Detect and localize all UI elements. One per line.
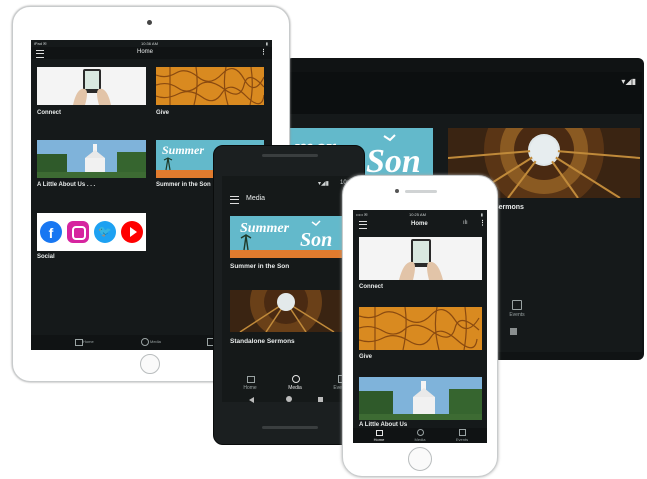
about-tile[interactable] — [359, 377, 482, 420]
home-icon[interactable] — [376, 430, 383, 436]
nav-home[interactable]: Home — [83, 339, 94, 344]
ipad-home-button[interactable] — [140, 354, 160, 374]
summer-tile[interactable]: Summer Son — [230, 216, 358, 258]
status-time: 10:25 AM — [409, 212, 426, 217]
svg-text:Summer: Summer — [240, 221, 290, 236]
square-icon[interactable] — [510, 328, 517, 335]
iphone-speaker — [405, 190, 437, 193]
page-title: Home — [411, 221, 428, 227]
status-signal: ••••• ✉ — [356, 212, 368, 217]
ipad-camera — [147, 20, 152, 25]
home-icon[interactable] — [247, 376, 255, 383]
landscape-header — [288, 72, 642, 114]
android-speaker — [262, 154, 318, 157]
media-icon[interactable] — [141, 338, 149, 346]
tile-label: Give — [359, 354, 373, 360]
more-icon[interactable]: ⋮ — [479, 219, 486, 227]
circle-icon[interactable] — [286, 396, 292, 402]
events-icon[interactable] — [512, 300, 522, 310]
iphone-screen: ••••• ✉ 10:25 AM ▮ Home ılı ⋮ Connect Gi… — [353, 210, 487, 443]
social-tile[interactable]: f 🐦 — [37, 213, 146, 251]
nav-home[interactable]: Home — [236, 385, 264, 391]
status-battery: ▮ — [265, 41, 268, 46]
tile-label: Summer in the Son — [156, 182, 211, 188]
android-screen: 10: ▾◢▮ Media Summer Son Summer in the S… — [222, 176, 358, 402]
connect-tile[interactable] — [37, 67, 146, 105]
tile-label: Standalone Sermons — [230, 338, 295, 345]
nav-media[interactable]: Media — [150, 339, 161, 344]
nav-media[interactable]: Media — [406, 437, 434, 442]
iphone-camera — [395, 189, 399, 193]
status-time: 10:36 AM — [141, 41, 158, 46]
status-battery: ▮ — [480, 212, 483, 217]
facebook-icon[interactable]: f — [40, 221, 62, 243]
nav-home[interactable]: Home — [365, 437, 393, 442]
events-icon[interactable] — [459, 429, 466, 436]
nav-events[interactable]: Events — [448, 437, 476, 442]
sermons-tile[interactable] — [230, 290, 358, 332]
android-bottom-speaker — [262, 426, 318, 429]
svg-text:Summer: Summer — [162, 143, 204, 157]
back-icon[interactable] — [249, 397, 254, 403]
page-title: Home — [137, 49, 154, 55]
status-carrier: iPad ✉ — [34, 41, 47, 46]
iphone-device: ••••• ✉ 10:25 AM ▮ Home ılı ⋮ Connect Gi… — [342, 175, 498, 477]
media-icon[interactable] — [417, 429, 424, 436]
status-icons: ▾◢▮ — [621, 77, 636, 86]
more-icon[interactable]: ⋮ — [260, 48, 267, 56]
menu-icon[interactable] — [359, 221, 367, 229]
iphone-home-button[interactable] — [408, 447, 432, 471]
nav-media[interactable]: Media — [281, 385, 309, 391]
menu-icon[interactable] — [230, 196, 239, 204]
tile-label: Social — [37, 254, 55, 260]
status-icons: ▾◢▮ — [318, 181, 329, 187]
give-tile[interactable] — [156, 67, 264, 105]
landscape-tile-label: Sermons — [494, 204, 524, 211]
tile-label: Give — [156, 110, 170, 116]
instagram-icon[interactable] — [67, 221, 89, 243]
nav-events[interactable]: Events — [502, 312, 532, 318]
youtube-icon[interactable] — [121, 221, 143, 243]
menu-icon[interactable] — [36, 50, 44, 58]
tile-label: Connect — [37, 110, 61, 116]
about-tile[interactable] — [37, 140, 146, 178]
page-title: Media — [246, 195, 266, 202]
twitter-icon[interactable]: 🐦 — [94, 221, 116, 243]
tile-label: A Little About Us . . . — [37, 182, 96, 188]
connect-tile[interactable] — [359, 237, 482, 280]
svg-text:Son: Son — [300, 229, 332, 251]
square-icon[interactable] — [318, 397, 323, 402]
tile-label: Summer in the Son — [230, 263, 290, 270]
home-icon[interactable] — [75, 339, 83, 346]
tile-label: Connect — [359, 284, 383, 290]
give-tile[interactable] — [359, 307, 482, 350]
bars-icon[interactable]: ılı — [463, 220, 468, 226]
media-icon[interactable] — [292, 375, 300, 383]
